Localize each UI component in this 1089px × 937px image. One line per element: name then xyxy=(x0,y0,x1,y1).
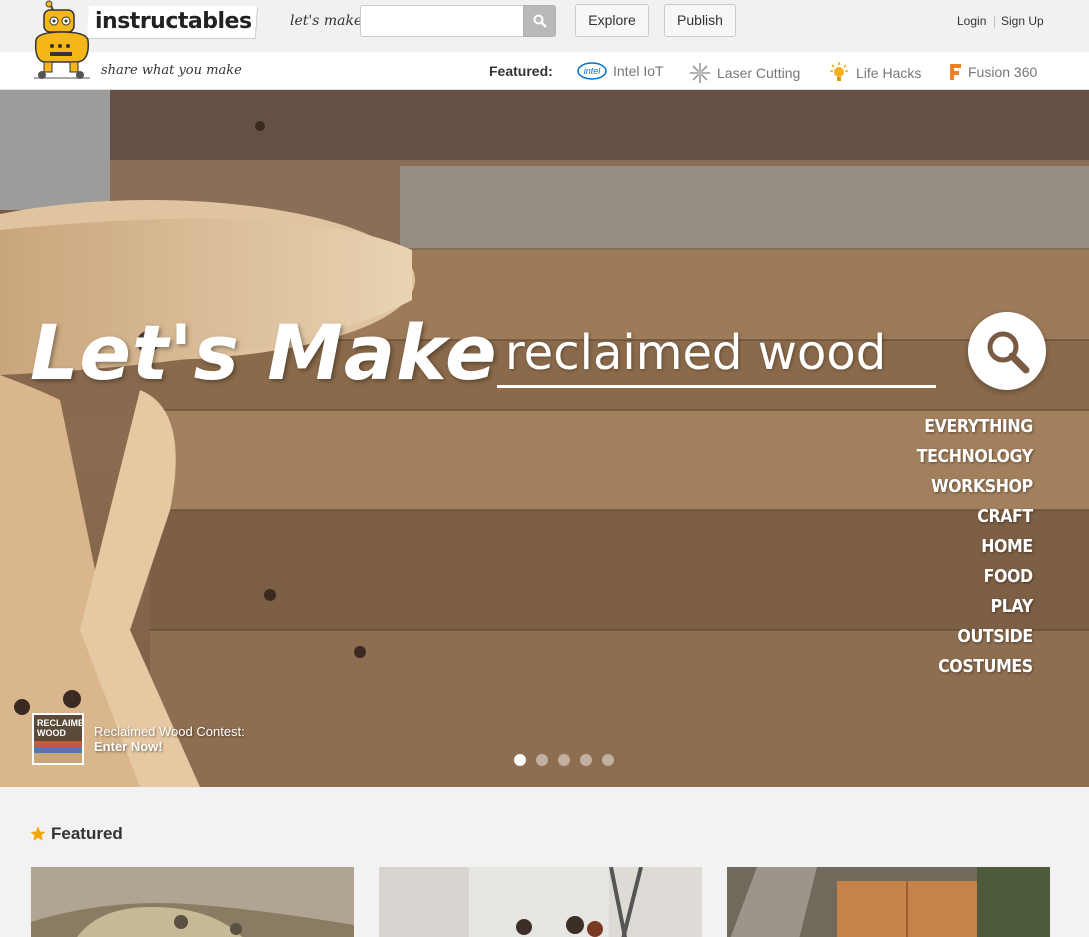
featured-item-label: Life Hacks xyxy=(856,65,922,81)
contest-text: Reclaimed Wood Contest: Enter Now! xyxy=(94,724,245,754)
featured-section-label: Featured xyxy=(51,824,123,843)
category-costumes[interactable]: COSTUMES xyxy=(917,652,1033,682)
contest-promo[interactable]: RECLAIMED WOOD Reclaimed Wood Contest: E… xyxy=(32,713,245,765)
auth-separator: | xyxy=(993,14,997,28)
category-play[interactable]: PLAY xyxy=(917,592,1034,622)
carousel-dot-4[interactable] xyxy=(580,754,592,766)
search-icon xyxy=(533,14,547,28)
login-link[interactable]: Login xyxy=(957,14,986,28)
carousel-dot-5[interactable] xyxy=(602,754,614,766)
brand-name: instructables xyxy=(95,9,252,34)
featured-section: Featured xyxy=(0,787,1089,937)
contest-thumbnail[interactable]: RECLAIMED WOOD xyxy=(32,713,84,765)
intel-logo-icon: intel xyxy=(577,62,607,80)
contest-cta-link[interactable]: Enter Now! xyxy=(94,739,245,754)
featured-card[interactable] xyxy=(31,867,354,937)
brand-wordmark[interactable]: instructables xyxy=(86,6,258,38)
contest-title: Reclaimed Wood Contest: xyxy=(94,724,245,739)
carousel-dots xyxy=(514,754,614,766)
search-input[interactable] xyxy=(360,5,524,37)
hero-banner: Let's Make reclaimed wood EVERYTHING TEC… xyxy=(0,90,1089,787)
featured-card-image xyxy=(379,867,702,937)
search-button[interactable] xyxy=(523,5,556,37)
category-list: EVERYTHING TECHNOLOGY WORKSHOP CRAFT HOM… xyxy=(901,412,1033,682)
star-icon xyxy=(30,826,46,841)
category-food[interactable]: FOOD xyxy=(917,562,1034,592)
hero-search-button[interactable] xyxy=(968,312,1046,390)
featured-item-life-hacks[interactable]: Life Hacks xyxy=(828,62,921,84)
magnifier-icon xyxy=(987,331,1030,374)
robot-logo-icon[interactable] xyxy=(30,0,94,82)
category-craft[interactable]: CRAFT xyxy=(917,502,1033,532)
contest-thumb-line-2: WOOD xyxy=(37,728,66,738)
category-home[interactable]: HOME xyxy=(917,532,1033,562)
featured-card[interactable] xyxy=(727,867,1050,937)
svg-text:intel: intel xyxy=(584,66,602,76)
publish-button[interactable]: Publish xyxy=(664,4,736,37)
category-everything[interactable]: EVERYTHING xyxy=(917,412,1033,442)
category-outside[interactable]: OUTSIDE xyxy=(917,622,1034,652)
laser-icon xyxy=(690,63,710,83)
carousel-dot-1[interactable] xyxy=(514,754,526,766)
featured-card-image xyxy=(31,867,354,937)
featured-item-intel-iot[interactable]: intel Intel IoT xyxy=(577,62,664,80)
lightbulb-icon xyxy=(830,62,848,81)
featured-item-label: Fusion 360 xyxy=(968,64,1038,80)
category-technology[interactable]: TECHNOLOGY xyxy=(917,442,1033,472)
featured-item-label: Intel IoT xyxy=(613,63,664,79)
contest-thumb-line-1: RECLAIMED xyxy=(37,718,84,728)
carousel-dot-3[interactable] xyxy=(558,754,570,766)
tagline: share what you make xyxy=(101,63,242,78)
featured-card-image xyxy=(727,867,1050,937)
explore-button[interactable]: Explore xyxy=(575,4,649,37)
lets-make-label: let's make xyxy=(290,13,363,29)
hero-search-input[interactable]: reclaimed wood xyxy=(497,318,936,388)
carousel-dot-2[interactable] xyxy=(536,754,548,766)
featured-item-laser-cutting[interactable]: Laser Cutting xyxy=(689,62,800,84)
featured-bar-label: Featured: xyxy=(489,63,553,79)
contest-thumbnail-label: RECLAIMED WOOD xyxy=(37,718,84,738)
signup-link[interactable]: Sign Up xyxy=(1001,14,1044,28)
featured-section-title: Featured xyxy=(30,824,123,844)
featured-card[interactable] xyxy=(379,867,702,937)
hero-headline: Let's Make xyxy=(30,308,498,397)
fusion-icon xyxy=(950,64,961,80)
featured-item-fusion-360[interactable]: Fusion 360 xyxy=(948,62,1037,82)
category-workshop[interactable]: WORKSHOP xyxy=(917,472,1033,502)
featured-item-label: Laser Cutting xyxy=(717,65,801,81)
